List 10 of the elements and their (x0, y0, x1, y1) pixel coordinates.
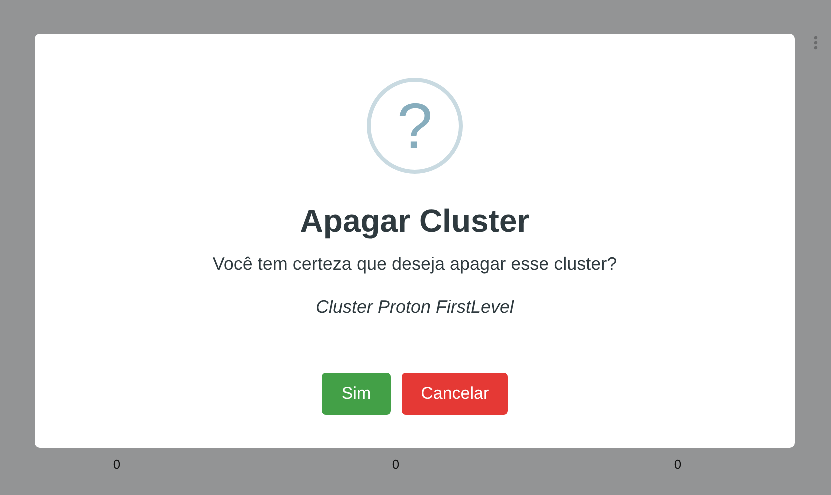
table-cell: 0 (113, 457, 121, 472)
more-icon[interactable] (814, 36, 818, 50)
item-name: Cluster Proton FirstLevel (316, 296, 514, 319)
confirm-button[interactable]: Sim (322, 373, 392, 415)
question-icon: ? (367, 78, 463, 174)
dialog-message: Você tem certeza que deseja apagar esse cluster? (212, 253, 618, 276)
table-cell: 0 (674, 457, 682, 472)
cancel-button[interactable]: Cancelar (402, 373, 508, 415)
table-cell: 0 (392, 457, 400, 472)
dialog-title: Apagar Cluster (300, 202, 530, 240)
